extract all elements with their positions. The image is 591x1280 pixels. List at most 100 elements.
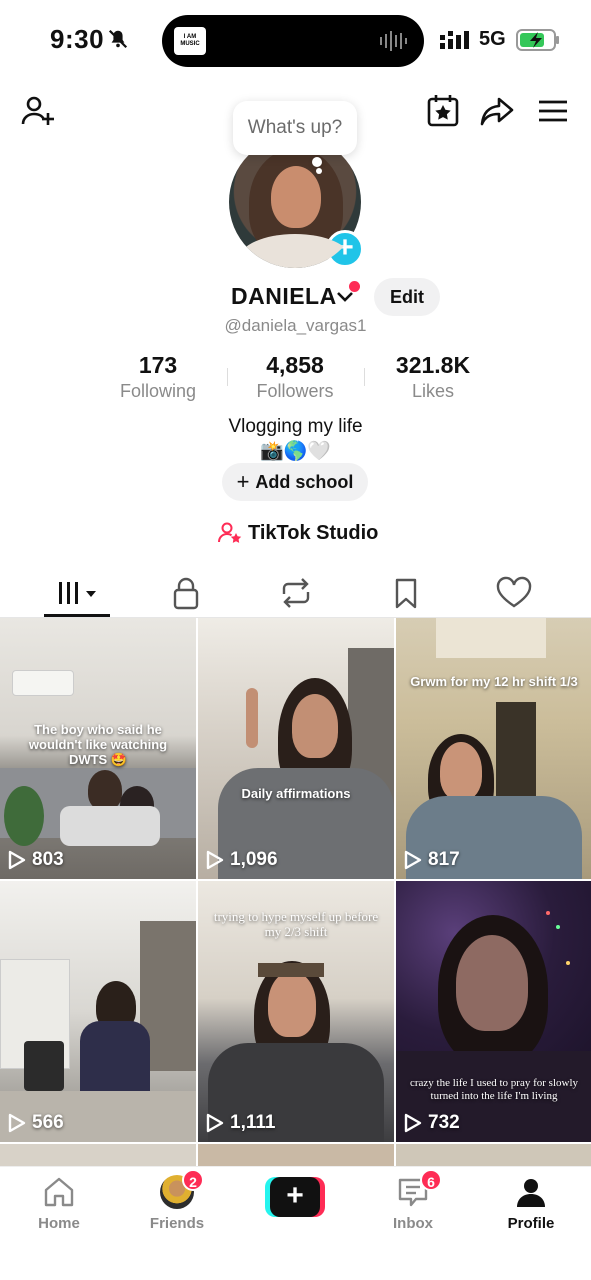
network-type: 5G	[479, 28, 506, 50]
stat-value: 4,858	[266, 352, 324, 378]
nav-profile-label: Profile	[507, 1215, 555, 1232]
play-icon	[8, 850, 26, 870]
video-caption: crazy the life I used to pray for slowly…	[410, 1077, 578, 1102]
active-tab-indicator	[44, 614, 110, 617]
view-count: 817	[404, 849, 460, 871]
status-time: 9:30	[50, 24, 105, 54]
nav-profile[interactable]: Profile	[486, 1175, 576, 1232]
stat-likes[interactable]: 321.8K Likes	[368, 352, 498, 402]
stat-divider	[364, 368, 365, 386]
bio-text: Vlogging my life	[228, 416, 363, 437]
view-count-value: 1,111	[230, 1112, 276, 1133]
view-count-value: 566	[32, 1112, 64, 1133]
stat-label: Following	[119, 381, 197, 401]
now-playing-app-icon: I AM MUSIC	[174, 27, 206, 55]
bell-muted-icon	[108, 29, 128, 49]
video-caption: Grwm for my 12 hr shift 1/3	[410, 674, 578, 689]
bio-emoji: 📸🌎🤍	[260, 441, 331, 462]
chevron-down-icon[interactable]	[336, 290, 354, 304]
tab-videos[interactable]	[56, 576, 100, 610]
grid-bars-dropdown-icon	[59, 582, 96, 604]
notification-dot	[349, 281, 360, 292]
view-count-value: 732	[428, 1112, 460, 1133]
friends-badge: 2	[182, 1169, 204, 1191]
calendar-star-icon[interactable]	[425, 93, 461, 129]
play-icon	[8, 1113, 26, 1133]
edit-profile-button[interactable]: Edit	[374, 278, 440, 316]
plus-icon: +	[270, 1177, 320, 1217]
add-school-button[interactable]: + Add school	[222, 463, 368, 501]
video-thumbnail[interactable]	[396, 1144, 591, 1168]
view-count: 1,111	[206, 1112, 275, 1134]
video-caption: The boy who said he wouldn't like watchi…	[28, 722, 168, 767]
create-button[interactable]: +	[265, 1177, 325, 1217]
dynamic-island[interactable]: I AM MUSIC	[162, 15, 424, 67]
play-icon	[404, 1113, 422, 1133]
nav-friends-label: Friends	[149, 1215, 205, 1232]
content-tabs	[0, 568, 591, 618]
repost-icon	[282, 578, 310, 608]
video-thumbnail[interactable]: Grwm for my 12 hr shift 1/3 817	[396, 618, 591, 879]
video-thumbnail[interactable]: trying to hype myself up before my 2/3 s…	[198, 881, 394, 1142]
tab-saved[interactable]	[386, 576, 426, 610]
stat-label: Likes	[411, 381, 455, 401]
video-thumbnail[interactable]: 566	[0, 881, 196, 1142]
view-count: 732	[404, 1112, 460, 1134]
add-school-label: Add school	[255, 471, 354, 492]
bookmark-icon	[395, 578, 417, 609]
stat-divider	[227, 368, 228, 386]
profile-icon	[514, 1175, 548, 1209]
creator-star-icon	[218, 522, 242, 543]
stat-value: 173	[138, 352, 178, 378]
view-count: 1,096	[206, 849, 278, 871]
audio-wave-icon	[380, 31, 407, 51]
plus-icon: +	[236, 469, 250, 494]
nav-friends[interactable]: 2 Friends	[132, 1169, 222, 1232]
signal-icon	[440, 31, 469, 49]
video-thumbnail[interactable]: crazy the life I used to pray for slowly…	[396, 881, 591, 1142]
view-count-value: 803	[32, 849, 64, 870]
tiktok-studio-label: TikTok Studio	[248, 521, 379, 544]
view-count: 566	[8, 1112, 64, 1134]
nav-inbox[interactable]: 6 Inbox	[368, 1169, 458, 1232]
stat-following[interactable]: 173 Following	[93, 352, 223, 402]
inbox-icon: 6	[396, 1169, 442, 1209]
add-friend-icon[interactable]	[20, 93, 56, 129]
home-icon	[42, 1175, 76, 1209]
video-caption: trying to hype myself up before my 2/3 s…	[213, 909, 379, 939]
nav-inbox-label: Inbox	[393, 1215, 433, 1232]
nav-home-label: Home	[38, 1215, 80, 1232]
view-count-value: 1,096	[230, 849, 278, 870]
lock-icon	[173, 577, 199, 610]
play-icon	[404, 850, 422, 870]
stat-followers[interactable]: 4,858 Followers	[230, 352, 360, 402]
menu-icon[interactable]	[535, 93, 571, 129]
heart-icon	[496, 576, 532, 608]
stat-value: 321.8K	[395, 352, 471, 378]
tab-reposts[interactable]	[276, 576, 316, 610]
tiktok-studio-link[interactable]: TikTok Studio	[218, 520, 378, 546]
play-icon	[206, 1113, 224, 1133]
bottom-nav: Home 2 Friends + 6 Inbox Profile	[0, 1166, 591, 1280]
share-icon[interactable]	[479, 93, 515, 129]
video-thumbnail[interactable]: The boy who said he wouldn't like watchi…	[0, 618, 196, 879]
avatar[interactable]	[229, 136, 361, 268]
video-caption: Daily affirmations	[241, 786, 351, 801]
tab-liked[interactable]	[494, 576, 534, 610]
video-thumbnail[interactable]	[198, 1144, 394, 1168]
stat-label: Followers	[256, 381, 334, 401]
inbox-badge: 6	[420, 1169, 442, 1191]
note-bubble[interactable]: What's up?	[233, 101, 357, 155]
video-thumbnail[interactable]: Daily affirmations 1,096	[198, 618, 394, 879]
video-thumbnail[interactable]	[0, 1144, 196, 1168]
tab-private[interactable]	[166, 576, 206, 610]
note-bubble-tail	[312, 157, 322, 167]
note-bubble-tail-small	[316, 168, 322, 174]
battery-charging-icon	[516, 29, 559, 51]
nav-home[interactable]: Home	[14, 1175, 104, 1232]
profile-name[interactable]: DANIELA	[231, 283, 337, 310]
username-handle: @daniela_vargas1	[224, 316, 367, 335]
view-count-value: 817	[428, 849, 460, 870]
status-bar: 9:30 I AM MUSIC 5G	[0, 0, 591, 80]
play-icon	[206, 850, 224, 870]
